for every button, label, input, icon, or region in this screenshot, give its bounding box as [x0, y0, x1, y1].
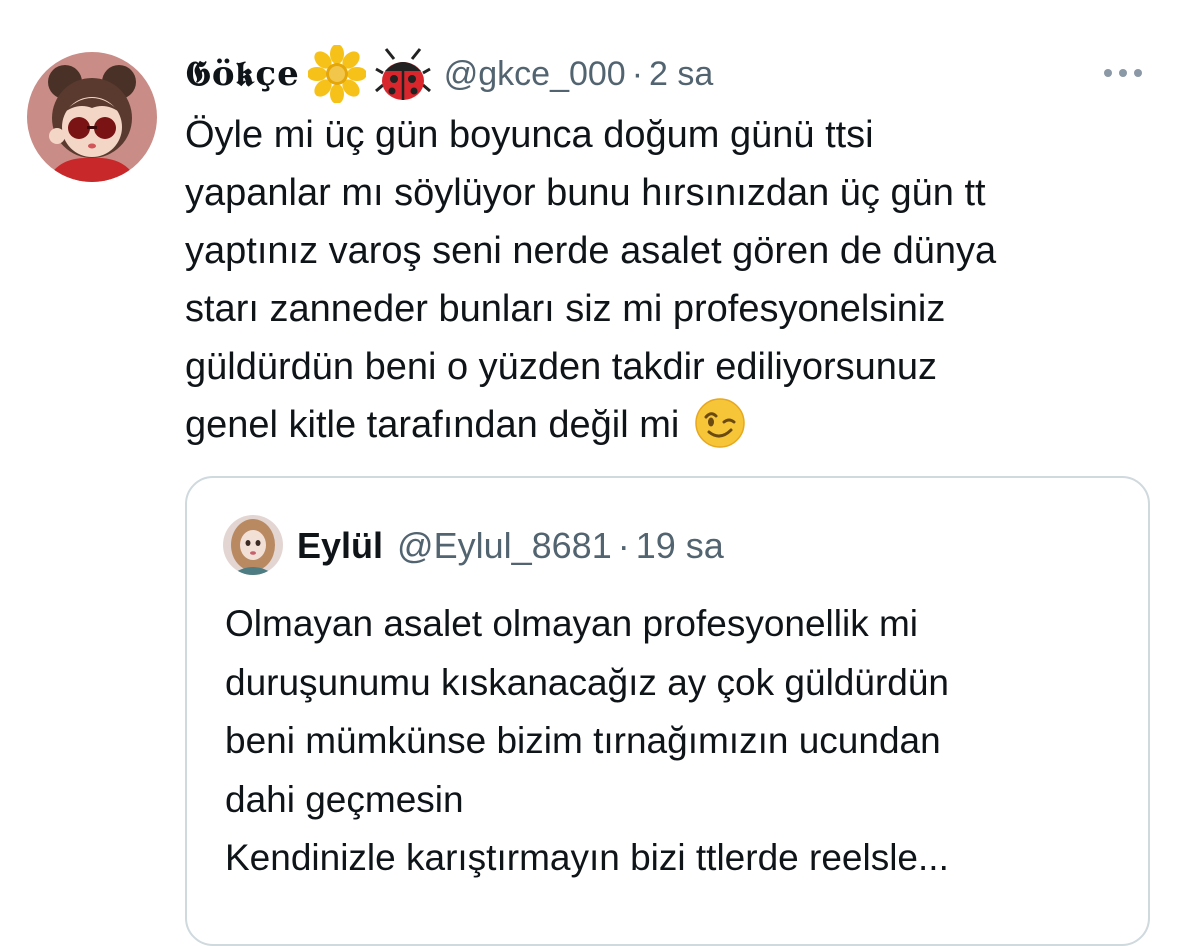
quoted-text-line: Olmayan asalet olmayan profesyonellik mi [225, 603, 919, 644]
tweet-text-line: yapanlar mı söylüyor bunu hırsınızdan üç… [185, 172, 986, 214]
avatar[interactable] [27, 52, 157, 182]
quoted-text-line: duruşunumu kıskanacağız ay çok güldürdün [225, 661, 949, 703]
author-display-name[interactable]: 𝕲ö𝖐çe [185, 54, 300, 94]
tweet-header: 𝕲ö𝖐çe @gkce_000 · 2 sa [185, 44, 1145, 104]
tweet-text-line: güldürdün beni o yüzden takdir ediliyors… [185, 346, 938, 388]
tweet-time[interactable]: 2 sa [649, 55, 713, 94]
separator-dot: · [631, 54, 644, 93]
author-handle[interactable]: @gkce_000 [444, 55, 626, 94]
tweet-text-line: starı zanneder bunları siz mi profesyone… [185, 288, 946, 330]
tweet-text-line: Öyle mi üç gün boyunca doğum günü ttsi [185, 114, 874, 156]
quoted-tweet[interactable]: Eylül @Eylul_8681 · 19 sa Olmayan asalet… [185, 476, 1150, 946]
quoted-text-line: Kendinizle karıştırmayın bizi ttlerde re… [225, 837, 949, 878]
quoted-handle[interactable]: @Eylul_8681 [397, 525, 612, 567]
quoted-text: Olmayan asalet olmayan profesyonellik mi… [225, 595, 1125, 888]
more-icon[interactable] [1098, 60, 1148, 86]
quoted-time[interactable]: 19 sa [636, 525, 724, 567]
tweet-text-line: genel kitle tarafından değil mi [185, 404, 680, 446]
quoted-text-line: beni mümkünse bizim tırnağımızın ucundan [225, 720, 941, 761]
quoted-text-line: dahi geçmesin [225, 778, 464, 820]
quoted-display-name[interactable]: Eylül [297, 525, 383, 567]
quoted-avatar[interactable] [223, 515, 283, 575]
winking-face-icon [694, 397, 746, 449]
tweet-text-last-line: genel kitle tarafından değil mi [185, 396, 1160, 454]
sunflower-icon [307, 45, 366, 103]
separator-dot: · [617, 525, 630, 566]
tweet-text: Öyle mi üç gün boyunca doğum günü ttsi y… [185, 106, 1160, 454]
ladybug-icon [374, 45, 432, 103]
quoted-header: Eylül @Eylul_8681 · 19 sa [297, 518, 724, 574]
tweet-text-line: yaptınız varoş seni nerde asalet gören d… [185, 230, 997, 272]
